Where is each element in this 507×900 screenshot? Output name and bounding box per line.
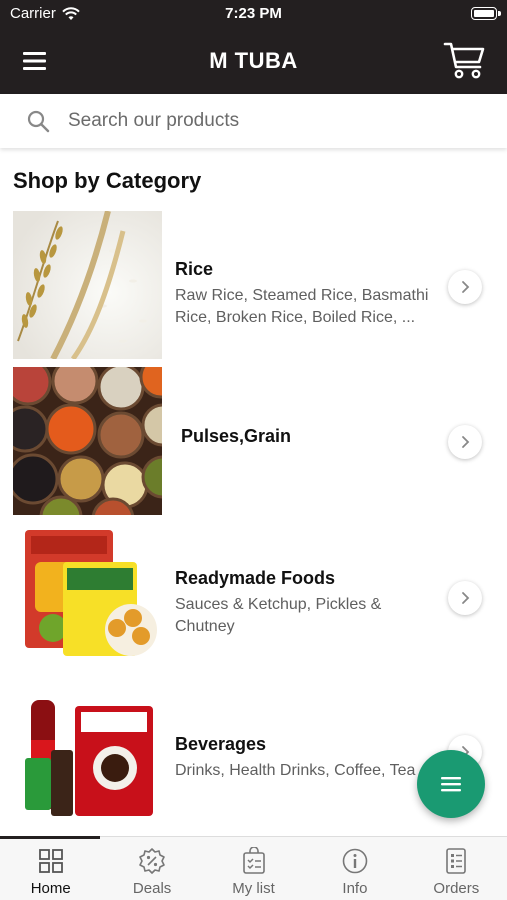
category-name-rice: Rice bbox=[175, 259, 214, 279]
category-item-rice[interactable]: Rice Raw Rice, Steamed Rice, Basmathi Ri… bbox=[0, 211, 507, 361]
category-description-beverages: Drinks, Health Drinks, Coffee, Tea bbox=[175, 762, 416, 779]
shopping-cart-icon bbox=[443, 42, 485, 79]
search-icon bbox=[27, 110, 50, 133]
category-item-pulses[interactable]: Pulses,Grain bbox=[0, 367, 507, 517]
tab-label-info: Info bbox=[342, 880, 368, 897]
tab-info[interactable]: Info bbox=[304, 837, 405, 900]
section-title: Shop by Category bbox=[13, 168, 202, 193]
search-input[interactable] bbox=[68, 110, 468, 132]
info-icon bbox=[342, 848, 368, 874]
readymade-foods-image bbox=[13, 522, 162, 670]
battery-icon bbox=[471, 7, 497, 20]
tab-label-orders: Orders bbox=[433, 880, 480, 897]
chevron-right-icon[interactable] bbox=[448, 425, 482, 459]
chevron-right-icon[interactable] bbox=[448, 270, 482, 304]
tab-label-my-list: My list bbox=[232, 880, 275, 897]
chevron-right-icon[interactable] bbox=[448, 581, 482, 615]
tab-orders[interactable]: Orders bbox=[406, 837, 507, 900]
orders-icon bbox=[446, 848, 467, 874]
tab-label-home: Home bbox=[30, 880, 71, 897]
floating-menu-button[interactable] bbox=[417, 750, 485, 818]
pulses-image bbox=[13, 367, 162, 515]
shopping-list-icon bbox=[242, 847, 265, 874]
menu-lines-icon bbox=[441, 777, 461, 792]
app-header: M TUBA bbox=[0, 28, 507, 94]
category-name-pulses: Pulses,Grain bbox=[181, 426, 292, 446]
grid-icon bbox=[38, 849, 63, 873]
app-title: M TUBA bbox=[209, 48, 298, 73]
battery-tip bbox=[498, 11, 501, 16]
category-name-readymade-foods: Readymade Foods bbox=[175, 568, 336, 588]
category-item-readymade-foods[interactable]: Readymade Foods Sauces & Ketchup, Pickle… bbox=[0, 522, 507, 672]
rice-image bbox=[13, 211, 162, 359]
tab-my-list[interactable]: My list bbox=[203, 837, 304, 900]
tab-home[interactable]: Home bbox=[0, 836, 101, 900]
tab-label-deals: Deals bbox=[132, 880, 172, 897]
badge-percent-icon bbox=[139, 848, 165, 874]
tab-deals[interactable]: Deals bbox=[101, 837, 202, 900]
search-bar[interactable] bbox=[0, 94, 507, 148]
cart-button[interactable] bbox=[443, 40, 487, 80]
status-bar: Carrier 7:23 PM bbox=[0, 0, 507, 28]
beverages-image bbox=[13, 680, 162, 828]
category-name-beverages: Beverages bbox=[175, 734, 267, 754]
status-time: 7:23 PM bbox=[225, 5, 282, 22]
bottom-tab-bar: Home Deals My list Info Orders bbox=[0, 836, 507, 900]
category-description-rice: Raw Rice, Steamed Rice, Basmathi Rice, B… bbox=[175, 287, 429, 326]
category-description-readymade-foods: Sauces & Ketchup, Pickles & Chutney bbox=[175, 596, 382, 635]
